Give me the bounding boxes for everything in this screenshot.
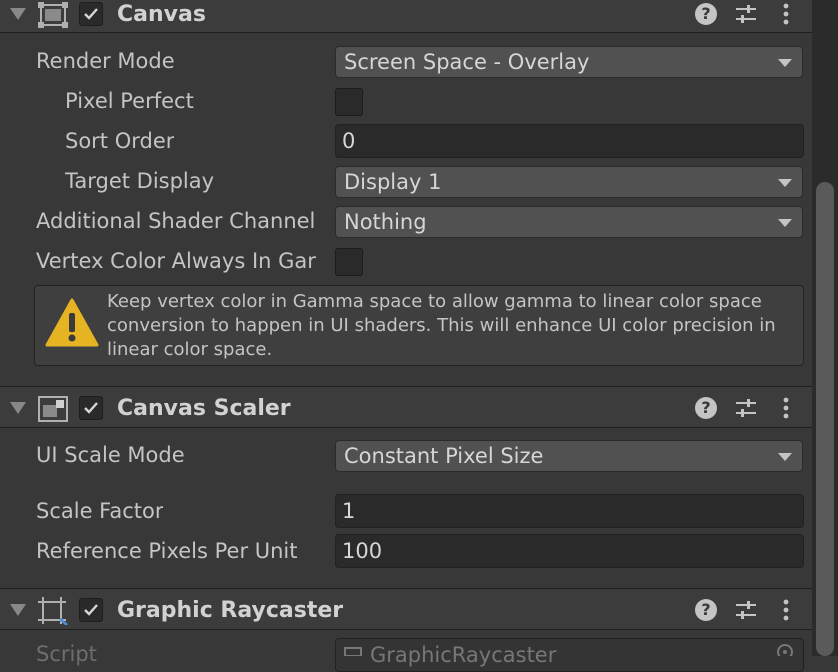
warning-helpbox: Keep vertex color in Gamma space to allo… <box>34 285 804 366</box>
graphic-raycaster-enabled-toggle[interactable] <box>79 598 103 622</box>
pixel-perfect-label: Pixel Perfect <box>65 89 194 113</box>
canvas-scaler-icon <box>38 396 68 422</box>
render-mode-dropdown[interactable]: Screen Space - Overlay <box>335 46 803 78</box>
canvas-kebab-menu-icon[interactable] <box>779 3 793 27</box>
chevron-down-icon <box>778 179 792 187</box>
canvas-help-icon[interactable]: ? <box>695 3 717 25</box>
graphic-raycaster-kebab-menu-icon[interactable] <box>779 599 793 623</box>
divider <box>0 427 812 428</box>
checkmark-icon <box>84 402 98 414</box>
canvas-scaler-presets-icon[interactable] <box>734 397 758 419</box>
pixel-perfect-checkbox[interactable] <box>335 88 363 116</box>
script-value: GraphicRaycaster <box>370 643 557 667</box>
canvas-presets-icon[interactable] <box>734 3 758 25</box>
vertex-color-checkbox[interactable] <box>335 248 363 276</box>
canvas-component-icon <box>38 2 68 28</box>
render-mode-label: Render Mode <box>36 49 175 73</box>
divider <box>0 629 812 630</box>
target-display-dropdown[interactable]: Display 1 <box>335 166 803 198</box>
ui-scale-mode-dropdown[interactable]: Constant Pixel Size <box>335 440 803 472</box>
canvas-scaler-title: Canvas Scaler <box>117 396 291 421</box>
script-icon <box>344 647 362 656</box>
ref-pixels-label: Reference Pixels Per Unit <box>36 539 298 563</box>
graphic-raycaster-icon <box>38 597 68 625</box>
render-mode-value: Screen Space - Overlay <box>344 50 590 74</box>
graphic-raycaster-presets-icon[interactable] <box>734 599 758 621</box>
checkmark-icon <box>84 8 98 20</box>
chevron-down-icon <box>778 453 792 461</box>
chevron-down-icon <box>778 59 792 67</box>
warning-text: Keep vertex color in Gamma space to allo… <box>107 291 776 360</box>
canvas-foldout-arrow[interactable] <box>10 8 26 20</box>
graphic-raycaster-help-icon[interactable]: ? <box>695 599 717 621</box>
scrollbar-thumb[interactable] <box>816 182 834 656</box>
divider <box>0 32 812 33</box>
script-label: Script <box>36 642 97 666</box>
object-picker-icon <box>777 644 793 656</box>
graphic-raycaster-foldout-arrow[interactable] <box>10 604 26 616</box>
canvas-scaler-foldout-arrow[interactable] <box>10 402 26 414</box>
canvas-title: Canvas <box>117 2 206 27</box>
ref-pixels-input[interactable]: 100 <box>335 534 804 568</box>
warning-icon <box>45 298 99 347</box>
vertex-color-label: Vertex Color Always In Gar <box>36 249 316 273</box>
chevron-down-icon <box>778 219 792 227</box>
ui-scale-mode-label: UI Scale Mode <box>36 443 185 467</box>
scale-factor-label: Scale Factor <box>36 499 164 523</box>
canvas-scaler-kebab-menu-icon[interactable] <box>779 397 793 421</box>
script-field: GraphicRaycaster <box>335 638 804 672</box>
graphic-raycaster-title: Graphic Raycaster <box>117 598 344 623</box>
sort-order-label: Sort Order <box>65 129 175 153</box>
canvas-scaler-help-icon[interactable]: ? <box>695 397 717 419</box>
target-display-label: Target Display <box>65 169 215 193</box>
canvas-enabled-toggle[interactable] <box>79 2 103 26</box>
target-display-value: Display 1 <box>344 170 442 194</box>
sort-order-input[interactable]: 0 <box>335 124 804 158</box>
scale-factor-input[interactable]: 1 <box>335 494 804 528</box>
additional-shader-label: Additional Shader Channel <box>36 209 316 233</box>
canvas-scaler-enabled-toggle[interactable] <box>79 396 103 420</box>
ui-scale-mode-value: Constant Pixel Size <box>344 444 544 468</box>
additional-shader-value: Nothing <box>344 210 427 234</box>
checkmark-icon <box>84 604 98 616</box>
additional-shader-dropdown[interactable]: Nothing <box>335 206 803 238</box>
